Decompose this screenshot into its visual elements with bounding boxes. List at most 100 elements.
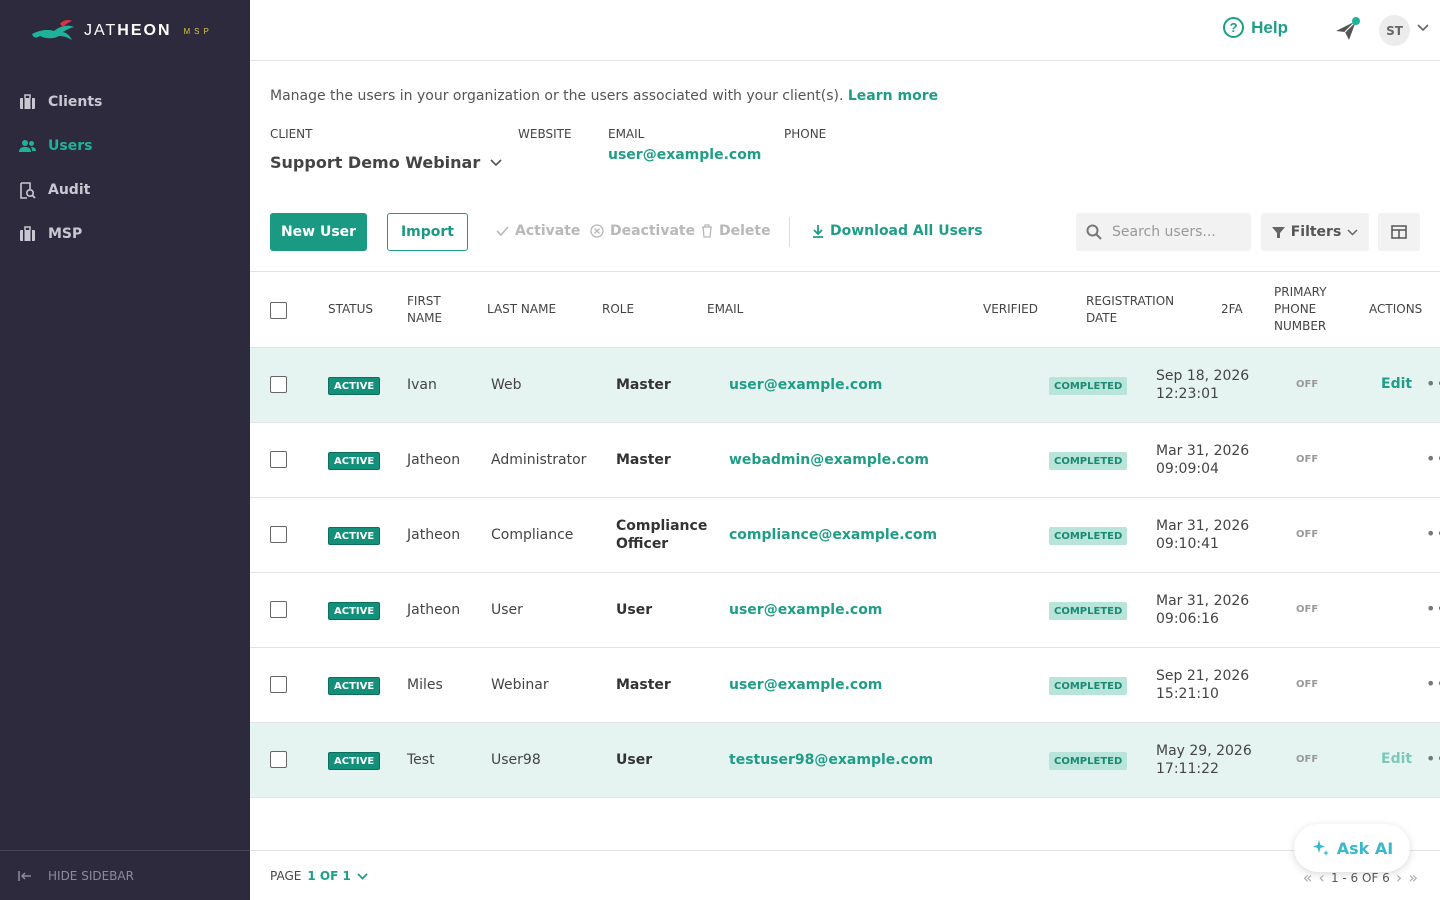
col-primary-phone[interactable]: PRIMARY PHONE NUMBER <box>1274 284 1327 335</box>
registration-date: Mar 31, 2026 09:10:41 <box>1156 518 1250 552</box>
more-options-icon[interactable]: ••• <box>1426 599 1440 618</box>
client-name: Support Demo Webinar <box>270 153 481 172</box>
more-options-icon[interactable]: ••• <box>1426 374 1440 393</box>
sparkle-icon <box>1312 840 1329 856</box>
table-row[interactable]: ACTIVE Jatheon User User user@example.com COM… <box>250 573 1440 648</box>
user-email-link[interactable]: webadmin@example.com <box>729 451 929 469</box>
registration-date: Mar 31, 2026 09:09:04 <box>1156 443 1250 477</box>
brand-suffix: MSP <box>183 26 213 36</box>
role: Master <box>616 677 671 693</box>
last-name: Web <box>491 377 522 393</box>
intro-text: Manage the users in your organization or… <box>270 88 938 104</box>
ask-ai-button[interactable]: Ask AI <box>1294 824 1410 872</box>
col-2fa[interactable]: 2FA <box>1221 301 1243 318</box>
first-name: Ivan <box>407 377 437 393</box>
table-row[interactable]: ACTIVE Miles Webinar Master user@example.com… <box>250 648 1440 723</box>
col-email[interactable]: EMAIL <box>707 301 743 318</box>
twofa-status: OFF <box>1296 454 1319 465</box>
users-icon <box>19 139 36 152</box>
learn-more-link[interactable]: Learn more <box>848 88 938 104</box>
table-row[interactable]: ACTIVE Ivan Web Master user@example.com COMPL… <box>250 348 1440 423</box>
first-name: Jatheon <box>407 527 461 543</box>
table-row[interactable]: ACTIVE Jatheon Compliance Compliance Officer… <box>250 498 1440 573</box>
twofa-status: OFF <box>1296 754 1319 765</box>
select-all-checkbox[interactable] <box>270 302 287 319</box>
registration-date: Sep 21, 2026 15:21:10 <box>1156 668 1250 702</box>
table-row[interactable]: ACTIVE Jatheon Administrator Master webadmin… <box>250 423 1440 498</box>
more-options-icon[interactable]: ••• <box>1426 749 1440 768</box>
delete-button[interactable]: Delete <box>701 223 771 239</box>
edit-button[interactable]: Edit <box>1381 751 1412 767</box>
deactivate-label: Deactivate <box>610 223 696 239</box>
col-verified[interactable]: VERIFIED <box>983 301 1038 318</box>
notification-dot <box>1352 17 1360 25</box>
avatar[interactable]: ST <box>1379 15 1410 46</box>
user-email-link[interactable]: compliance@example.com <box>729 526 937 544</box>
filters-button[interactable]: Filters <box>1261 213 1369 251</box>
next-page-icon[interactable]: › <box>1396 868 1402 887</box>
user-email-link[interactable]: user@example.com <box>729 376 882 394</box>
edit-button[interactable]: Edit <box>1381 376 1412 392</box>
more-options-icon[interactable]: ••• <box>1426 449 1440 468</box>
user-email-link[interactable]: user@example.com <box>729 676 882 694</box>
col-role[interactable]: ROLE <box>602 301 634 318</box>
row-checkbox[interactable] <box>270 601 287 618</box>
new-user-button[interactable]: New User <box>270 213 367 251</box>
sidebar-item-msp[interactable]: MSP <box>0 212 250 256</box>
sidebar-item-users[interactable]: Users <box>0 124 250 168</box>
first-name: Miles <box>407 677 443 693</box>
page-range: 1 - 6 OF 6 <box>1330 870 1390 885</box>
row-checkbox[interactable] <box>270 376 287 393</box>
activate-button[interactable]: Activate <box>496 223 580 239</box>
col-registration-date[interactable]: REGISTRATION DATE <box>1086 293 1174 327</box>
row-checkbox[interactable] <box>270 751 287 768</box>
row-checkbox[interactable] <box>270 451 287 468</box>
column-layout-button[interactable] <box>1378 213 1420 251</box>
download-all-users-button[interactable]: Download All Users <box>812 223 983 239</box>
col-first-name[interactable]: FIRST NAME <box>407 293 442 327</box>
notifications-button[interactable] <box>1334 17 1360 42</box>
filter-icon <box>1271 226 1285 238</box>
col-last-name[interactable]: LAST NAME <box>487 301 556 318</box>
user-email-link[interactable]: testuser98@example.com <box>729 751 933 769</box>
more-options-icon[interactable]: ••• <box>1426 524 1440 543</box>
brand-logo[interactable]: JATHEON MSP <box>30 18 213 44</box>
col-status[interactable]: STATUS <box>328 301 373 318</box>
table-row[interactable]: ACTIVE Test User98 User testuser98@example.c… <box>250 723 1440 798</box>
help-label: Help <box>1251 17 1288 37</box>
check-icon <box>496 226 509 236</box>
row-checkbox[interactable] <box>270 676 287 693</box>
first-page-icon[interactable]: « <box>1303 868 1313 887</box>
activate-label: Activate <box>515 223 581 239</box>
page-selector[interactable]: PAGE 1 OF 1 <box>270 869 368 883</box>
row-checkbox[interactable] <box>270 526 287 543</box>
verified-badge: COMPLETED <box>1049 602 1128 620</box>
deactivate-button[interactable]: Deactivate <box>590 223 695 239</box>
hide-sidebar-button[interactable]: HIDE SIDEBAR <box>0 850 250 900</box>
status-badge: ACTIVE <box>328 677 381 695</box>
user-email-link[interactable]: user@example.com <box>729 601 882 619</box>
table-body: ACTIVE Ivan Web Master user@example.com COMPL… <box>250 348 1440 798</box>
status-badge: ACTIVE <box>328 752 381 770</box>
footer: PAGE 1 OF 1 Ask AI « ‹ 1 - 6 OF 6 › » <box>250 824 1440 900</box>
sidebar-item-audit[interactable]: Audit <box>0 168 250 212</box>
twofa-status: OFF <box>1296 529 1319 540</box>
main-content: Manage the users in your organization or… <box>250 61 1440 850</box>
help-button[interactable]: ? Help <box>1223 17 1288 38</box>
chevron-down-icon[interactable] <box>1417 24 1429 32</box>
status-badge: ACTIVE <box>328 452 381 470</box>
chevron-down-icon <box>490 158 502 166</box>
toolbar-divider <box>789 217 790 247</box>
audit-icon <box>20 181 36 199</box>
import-button[interactable]: Import <box>387 213 468 251</box>
cancel-circle-icon <box>590 224 604 238</box>
client-email[interactable]: user@example.com <box>608 147 761 163</box>
more-options-icon[interactable]: ••• <box>1426 674 1440 693</box>
sidebar-nav: Clients Users Audit MSP <box>0 80 250 256</box>
lizard-logo-icon <box>32 20 74 40</box>
last-page-icon[interactable]: » <box>1408 868 1418 887</box>
client-selector[interactable]: Support Demo Webinar <box>270 153 502 172</box>
prev-page-icon[interactable]: ‹ <box>1319 868 1325 887</box>
search-input[interactable]: Search users... <box>1076 213 1251 251</box>
sidebar-item-clients[interactable]: Clients <box>0 80 250 124</box>
